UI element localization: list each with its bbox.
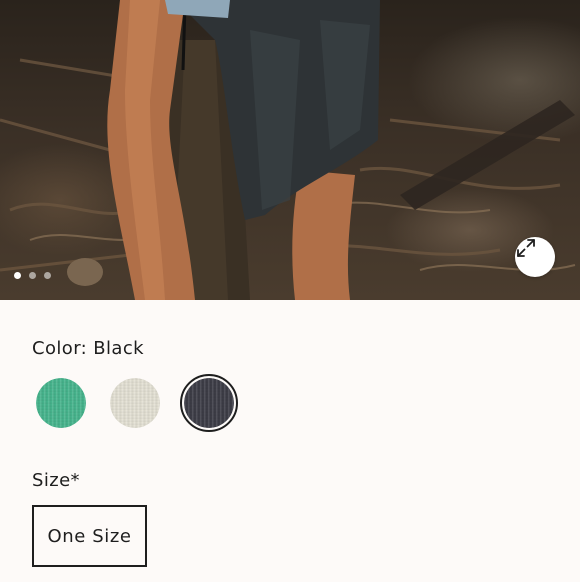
swatch-fill [36, 378, 86, 428]
carousel-dot[interactable] [14, 272, 21, 279]
size-option-one-size[interactable]: One Size [32, 505, 147, 567]
product-image[interactable] [0, 0, 580, 300]
color-swatch-black[interactable] [184, 378, 234, 428]
size-label: Size* [32, 470, 80, 491]
color-swatch-mint[interactable] [36, 378, 86, 428]
carousel-dot[interactable] [29, 272, 36, 279]
color-label: Color: Black [32, 338, 144, 359]
swatch-fill [110, 378, 160, 428]
expand-image-button[interactable] [515, 237, 555, 277]
expand-arrows-icon [517, 239, 535, 257]
swatch-fill [184, 378, 234, 428]
carousel-dot[interactable] [44, 272, 51, 279]
product-photo-illustration [0, 0, 576, 300]
color-swatch-cream[interactable] [110, 378, 160, 428]
size-option-label: One Size [47, 525, 132, 547]
carousel-dots [14, 272, 51, 279]
